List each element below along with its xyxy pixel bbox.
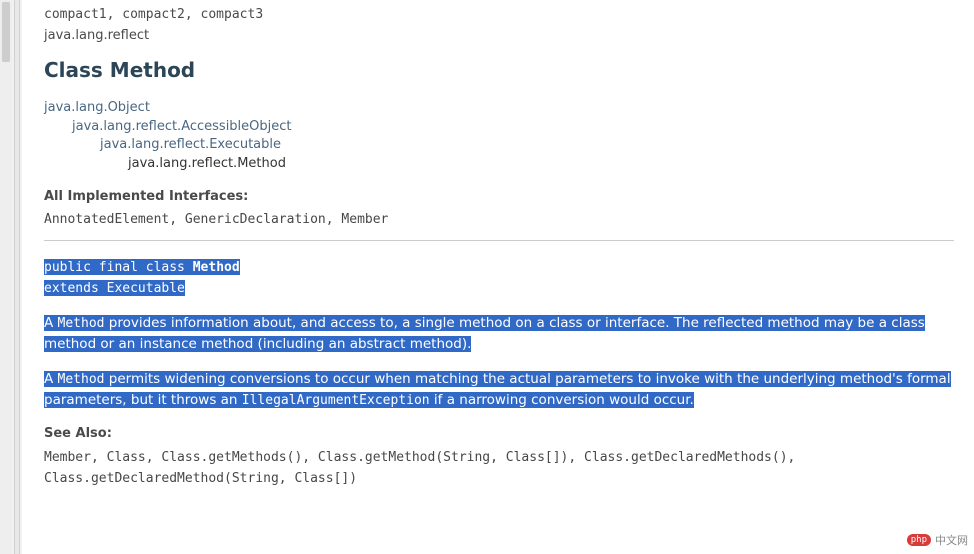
frame-scrollbar-thumb[interactable] bbox=[2, 2, 10, 62]
decl-class-name: Method bbox=[193, 260, 240, 275]
hierarchy-level-3[interactable]: java.lang.reflect.Executable bbox=[44, 136, 954, 155]
section-divider bbox=[44, 240, 954, 241]
see-also-label: See Also: bbox=[44, 425, 954, 444]
watermark: php 中文网 bbox=[907, 532, 968, 548]
decl-extends: extends Executable bbox=[44, 281, 185, 296]
decl-modifiers: public final class bbox=[44, 260, 193, 275]
javadoc-content: compact1, compact2, compact3 java.lang.r… bbox=[22, 0, 974, 554]
frame-splitter[interactable] bbox=[14, 0, 20, 554]
hierarchy-level-1[interactable]: java.lang.Object bbox=[44, 99, 954, 118]
compact-profiles-text: compact1, compact2, compact3 bbox=[44, 7, 263, 22]
description-paragraph-2: A Method permits widening conversions to… bbox=[44, 369, 954, 411]
type-hierarchy: java.lang.Object java.lang.reflect.Acces… bbox=[44, 99, 954, 174]
description-paragraph-1: A Method provides information about, and… bbox=[44, 313, 954, 355]
class-title: Class Method bbox=[44, 56, 954, 85]
compact-profiles: compact1, compact2, compact3 bbox=[44, 6, 954, 25]
hierarchy-level-4: java.lang.reflect.Method bbox=[44, 155, 954, 174]
see-also-section: See Also: Member, Class, Class.getMethod… bbox=[44, 425, 954, 489]
watermark-text: 中文网 bbox=[935, 532, 968, 548]
watermark-logo: php bbox=[907, 534, 931, 546]
implemented-interfaces-list: AnnotatedElement, GenericDeclaration, Me… bbox=[44, 211, 954, 230]
frame-scrollbar-track[interactable] bbox=[0, 0, 12, 554]
package-name: java.lang.reflect bbox=[44, 27, 954, 46]
see-also-list: Member, Class, Class.getMethods(), Class… bbox=[44, 448, 954, 490]
hierarchy-level-2[interactable]: java.lang.reflect.AccessibleObject bbox=[44, 118, 954, 137]
class-declaration: public final class Method extends Execut… bbox=[44, 257, 954, 299]
implemented-interfaces-label: All Implemented Interfaces: bbox=[44, 188, 954, 207]
